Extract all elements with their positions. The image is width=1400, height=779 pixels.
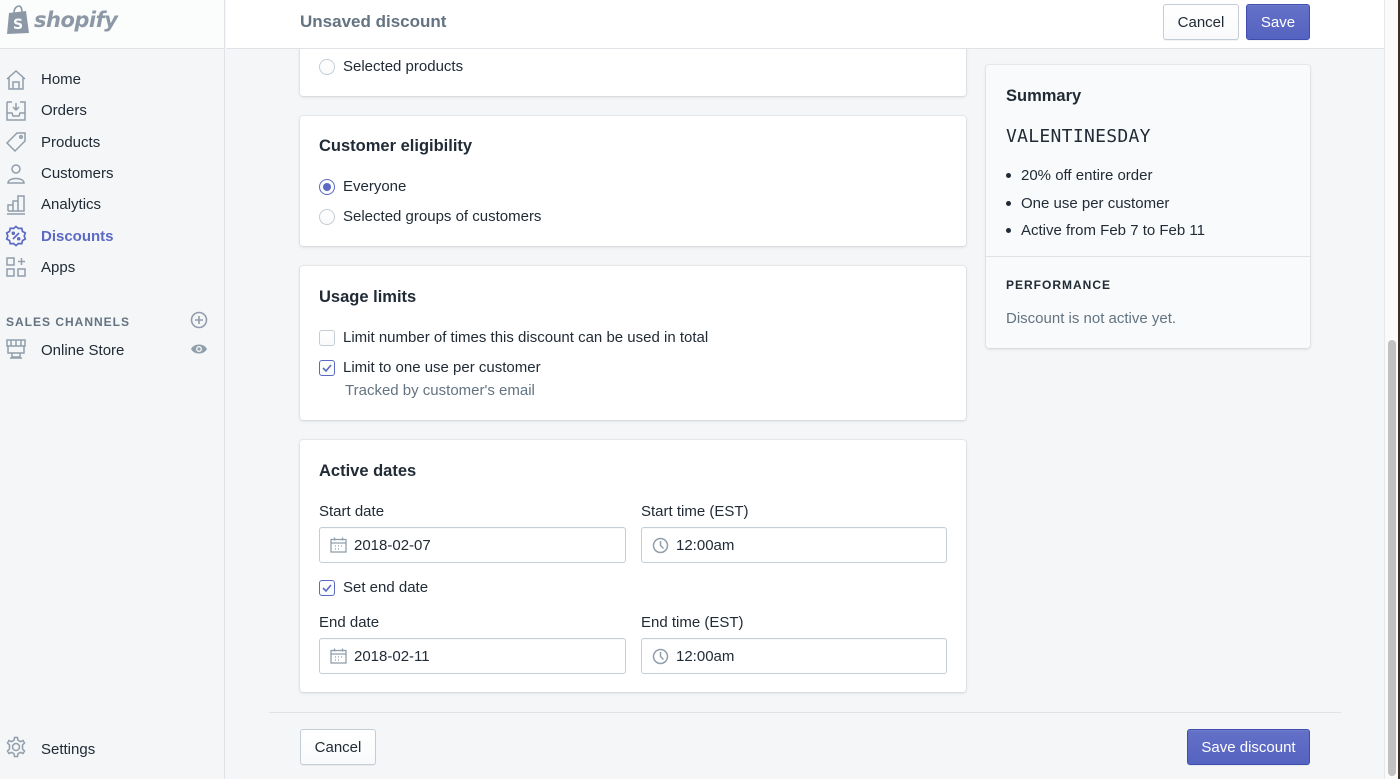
end-time-label: End time (EST): [641, 614, 744, 631]
sidebar-item-label: Customers: [41, 165, 114, 183]
radio-selected-products[interactable]: Selected products: [319, 58, 463, 75]
home-icon: [5, 69, 27, 91]
store-icon: [5, 338, 27, 364]
sidebar-item-apps[interactable]: Apps: [0, 252, 224, 283]
person-icon: [5, 163, 27, 185]
option-label: Selected products: [343, 58, 464, 75]
performance-heading: PERFORMANCE: [1006, 278, 1112, 292]
clock-icon: [652, 537, 669, 553]
option-label: Selected groups of customers: [343, 208, 542, 225]
start-date-field[interactable]: [319, 527, 626, 563]
end-date-label: End date: [319, 614, 380, 631]
end-time-input[interactable]: [676, 647, 926, 665]
option-label: Limit number of times this discount can …: [343, 329, 709, 346]
customer-eligibility-card: Customer eligibility Everyone Selected g…: [300, 116, 966, 246]
sidebar-item-label: Discounts: [41, 227, 114, 245]
clock-icon: [652, 648, 669, 664]
footer-cancel-button[interactable]: Cancel: [300, 729, 376, 765]
start-time-label: Start time (EST): [641, 503, 749, 520]
sidebar-item-label: Products: [41, 133, 101, 151]
checkbox-limit-total[interactable]: Limit number of times this discount can …: [319, 329, 708, 346]
checkbox[interactable]: [319, 359, 335, 376]
sidebar-item-label: Orders: [41, 102, 87, 120]
summary-item: 20% off entire order: [1006, 162, 1205, 190]
option-label: Limit to one use per customer: [343, 359, 541, 376]
sidebar-item-label: Settings: [41, 740, 96, 758]
logo[interactable]: S shopify: [0, 0, 224, 49]
save-discount-button[interactable]: Save discount: [1187, 729, 1310, 765]
sidebar-item-label: Analytics: [41, 196, 102, 214]
end-time-field[interactable]: [641, 638, 947, 674]
checkmark-icon: [322, 363, 332, 372]
option-label: Everyone: [343, 178, 407, 195]
plus-circle-icon[interactable]: [190, 311, 208, 332]
card-title: Active dates: [319, 462, 417, 480]
main-nav: Home Orders Products Customers Analytics: [0, 49, 224, 283]
start-date-input[interactable]: [354, 536, 604, 554]
sales-channels-label: SALES CHANNELS: [6, 314, 131, 329]
sidebar-item-products[interactable]: Products: [0, 127, 224, 158]
end-date-field[interactable]: [319, 638, 626, 674]
card-title: Customer eligibility: [319, 137, 473, 155]
usage-limits-card: Usage limits Limit number of times this …: [300, 266, 966, 420]
sidebar-item-customers[interactable]: Customers: [0, 158, 224, 189]
cancel-button[interactable]: Cancel: [1163, 4, 1239, 40]
sidebar-item-label: Home: [41, 71, 82, 89]
radio-button[interactable]: [319, 58, 335, 75]
divider: [986, 256, 1310, 257]
sidebar: S shopify Home Orders Products Customers…: [0, 0, 225, 779]
orders-inbox-icon: [5, 100, 27, 122]
save-button[interactable]: Save: [1246, 4, 1310, 40]
sidebar-item-home[interactable]: Home: [0, 64, 224, 95]
checkbox[interactable]: [319, 329, 335, 346]
top-bar-backdrop: Unsaved discount Cancel Save: [226, 0, 1384, 49]
shopify-bag-icon: S: [7, 5, 29, 34]
summary-card: Summary VALENTINESDAY 20% off entire ord…: [986, 65, 1310, 348]
brand-name: shopify: [34, 8, 118, 32]
end-date-input[interactable]: [354, 647, 604, 665]
eye-icon[interactable]: [190, 342, 208, 360]
option-label: Set end date: [343, 579, 429, 596]
gear-icon: [5, 736, 27, 762]
bar-chart-icon: [5, 194, 27, 216]
sidebar-item-orders[interactable]: Orders: [0, 95, 224, 126]
summary-item: Active from Feb 7 to Feb 11: [1006, 217, 1205, 245]
checkbox-set-end-date[interactable]: Set end date: [319, 579, 428, 596]
footer-divider: [269, 712, 1341, 713]
start-date-label: Start date: [319, 503, 385, 520]
checkbox-limit-per-customer[interactable]: Limit to one use per customer: [319, 359, 541, 376]
sidebar-item-analytics[interactable]: Analytics: [0, 189, 224, 220]
summary-item: One use per customer: [1006, 190, 1205, 218]
apps-grid-icon: [5, 256, 27, 278]
svg-text:S: S: [13, 17, 23, 33]
sidebar-item-label: Online Store: [41, 342, 125, 359]
start-time-field[interactable]: [641, 527, 947, 563]
summary-list: 20% off entire order One use per custome…: [1006, 162, 1205, 245]
calendar-icon: [330, 648, 347, 664]
checkmark-icon: [322, 583, 332, 592]
discount-code: VALENTINESDAY: [1006, 126, 1151, 147]
sidebar-item-discounts[interactable]: Discounts: [0, 220, 224, 251]
sidebar-item-online-store[interactable]: Online Store: [5, 338, 208, 363]
radio-button[interactable]: [319, 178, 335, 195]
sidebar-item-settings[interactable]: Settings: [5, 736, 96, 762]
start-time-input[interactable]: [676, 536, 926, 554]
help-text: Tracked by customer's email: [345, 382, 535, 399]
scrollbar-thumb[interactable]: [1388, 340, 1396, 776]
radio-button[interactable]: [319, 208, 335, 225]
radio-selected-groups[interactable]: Selected groups of customers: [319, 208, 541, 225]
discount-badge-icon: [5, 225, 27, 247]
sales-channels-heading: SALES CHANNELS: [6, 311, 208, 332]
page-title: Unsaved discount: [300, 12, 447, 31]
radio-everyone[interactable]: Everyone: [319, 178, 406, 195]
performance-text: Discount is not active yet.: [1006, 310, 1177, 327]
sidebar-item-label: Apps: [41, 258, 76, 276]
summary-title: Summary: [1006, 87, 1082, 105]
active-dates-card: Active dates Start date Start time (EST)…: [300, 440, 966, 692]
calendar-icon: [330, 537, 347, 553]
checkbox[interactable]: [319, 579, 335, 596]
tag-icon: [5, 131, 27, 153]
card-title: Usage limits: [319, 288, 417, 306]
